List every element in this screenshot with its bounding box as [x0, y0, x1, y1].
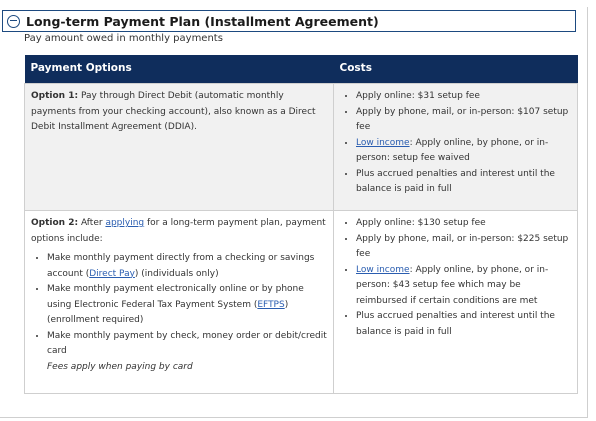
option-1-costs: Apply online: $31 setup fee Apply by pho…	[333, 83, 578, 211]
accordion-title: Long-term Payment Plan (Installment Agre…	[26, 13, 379, 29]
payment-plan-table: Payment Options Costs Option 1: Pay thro…	[24, 55, 578, 394]
list-item: Plus accrued penalties and interest unti…	[356, 167, 571, 198]
option-2-intro-text: After	[80, 218, 106, 228]
table-header-row: Payment Options Costs	[24, 55, 578, 84]
applying-link[interactable]: applying	[105, 218, 144, 228]
item-text: ) (individuals only)	[134, 268, 219, 279]
option-1-cell: Option 1: Pay through Direct Debit (auto…	[24, 83, 334, 211]
section-subtitle: Pay amount owed in monthly payments	[24, 33, 223, 44]
card-fee-note: Fees apply when paying by card	[47, 361, 193, 372]
low-income-link[interactable]: Low income	[356, 265, 410, 275]
list-item: Plus accrued penalties and interest unti…	[356, 309, 571, 340]
list-item: Low income: Apply online, by phone, or i…	[356, 263, 571, 310]
header-costs: Costs	[333, 55, 578, 84]
option-2-label: Option 2:	[31, 218, 79, 228]
list-item: Apply online: $31 setup fee	[356, 89, 571, 105]
list-item: Apply online: $130 setup fee	[356, 216, 571, 232]
list-item: Apply by phone, mail, or in-person: $225…	[356, 232, 571, 263]
option-1-label: Option 1:	[31, 91, 79, 101]
list-item: Make monthly payment electronically onli…	[47, 282, 327, 329]
item-text: Make monthly payment by check, money ord…	[47, 330, 327, 357]
table-row: Option 1: Pay through Direct Debit (auto…	[24, 83, 578, 211]
low-income-link[interactable]: Low income	[356, 138, 410, 148]
option-2-cell: Option 2: After applying for a long-term…	[24, 210, 334, 394]
list-item: Make monthly payment directly from a che…	[47, 251, 327, 282]
list-item: Low income: Apply online, by phone, or i…	[356, 136, 571, 167]
list-item: Apply by phone, mail, or in-person: $107…	[356, 105, 571, 136]
direct-pay-link[interactable]: Direct Pay	[89, 269, 135, 279]
header-payment-options: Payment Options	[24, 55, 334, 84]
accordion-toggle[interactable]: Long-term Payment Plan (Installment Agre…	[2, 10, 576, 32]
list-item: Make monthly payment by check, money ord…	[47, 329, 327, 376]
option-2-costs: Apply online: $130 setup fee Apply by ph…	[333, 210, 578, 394]
collapse-minus-icon[interactable]	[7, 14, 20, 28]
eftps-link[interactable]: EFTPS	[257, 300, 284, 310]
table-row: Option 2: After applying for a long-term…	[24, 210, 578, 394]
